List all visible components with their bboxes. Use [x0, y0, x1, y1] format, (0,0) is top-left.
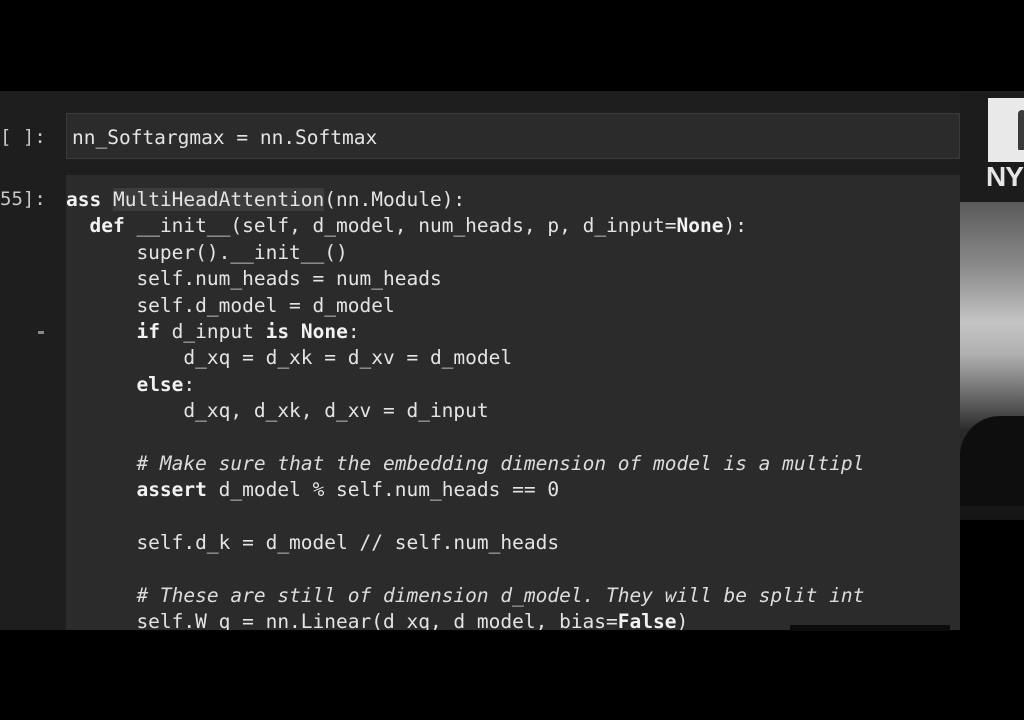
code-line: ass MultiHeadAttention(nn.Module): [66, 187, 864, 213]
code-line: assert d_model % self.num_heads == 0 [66, 477, 864, 503]
code-line: self.d_k = d_model // self.num_heads [66, 530, 864, 556]
code-line: d_xq = d_xk = d_xv = d_model [66, 345, 864, 371]
cell-prompt-1: [ ]: [0, 126, 46, 148]
code-keyword: None [676, 214, 724, 238]
code-keyword: else [136, 372, 184, 396]
code-block: ass MultiHeadAttention(nn.Module): def _… [66, 187, 864, 630]
logo-area: NY [960, 91, 1024, 202]
presenter-silhouette [960, 416, 1024, 506]
code-keyword: False [617, 610, 677, 630]
code-keyword: None [300, 319, 348, 343]
torch-icon [1018, 110, 1024, 150]
notebook-area: [ ]: nn_Softargmax = nn.Softmax 55]: ass… [0, 91, 960, 630]
code-text: d_xq, d_xk, d_xv = d_input [66, 399, 489, 423]
logo-text: NY [986, 161, 1024, 192]
code-text: d_input [159, 319, 266, 343]
code-text: self.num_heads = num_heads [66, 267, 442, 291]
cell-prompt-2: 55]: [0, 188, 46, 210]
code-line: self.W_q = nn.Linear(d_xq, d_model, bias… [66, 609, 864, 630]
code-line: self.num_heads = num_heads [66, 266, 864, 292]
code-text: self.d_k = d_model // self.num_heads [66, 531, 560, 555]
code-text: d_model % self.num_heads == 0 [206, 478, 560, 502]
code-line: nn_Softargmax = nn.Softmax [72, 126, 378, 149]
code-text: (nn.Module): [324, 188, 466, 211]
code-line: else: [66, 372, 864, 398]
code-keyword: assert [136, 478, 207, 502]
code-line: def __init__(self, d_model, num_heads, p… [66, 213, 864, 239]
code-text: ) [676, 610, 689, 630]
code-line: super().__init__() [66, 240, 864, 266]
caption-bar [790, 625, 950, 631]
code-text: super().__init__() [66, 240, 348, 264]
code-text: self.d_model = d_model [66, 293, 395, 317]
code-line: # Make sure that the embedding dimension… [66, 451, 864, 477]
code-text: MultiHeadAttention [112, 188, 325, 211]
camera-feed [960, 202, 1024, 520]
code-keyword: is [265, 319, 290, 343]
code-text: : [347, 319, 360, 343]
code-keyword: ass [66, 188, 113, 211]
presenter-video: NY [960, 91, 1024, 520]
code-text: : [183, 372, 196, 396]
code-line: d_xq, d_xk, d_xv = d_input [66, 398, 864, 424]
code-comment: # Make sure that the embedding dimension… [136, 451, 865, 475]
code-line: # These are still of dimension d_model. … [66, 583, 864, 609]
code-comment: # These are still of dimension d_model. … [136, 583, 865, 607]
torch-logo-icon [988, 98, 1024, 162]
code-text: self.W_q = nn.Linear(d_xq, d_model, bias… [66, 610, 618, 630]
code-text: ): [723, 214, 747, 238]
code-text: __init__(self, d_model, num_heads, p, d_… [124, 214, 677, 238]
code-keyword: def [89, 214, 125, 238]
cursor-icon [38, 331, 44, 334]
code-line: self.d_model = d_model [66, 293, 864, 319]
code-keyword: if [136, 319, 160, 343]
code-line: if d_input is None: [66, 319, 864, 345]
code-text: d_xq = d_xk = d_xv = d_model [66, 346, 513, 370]
